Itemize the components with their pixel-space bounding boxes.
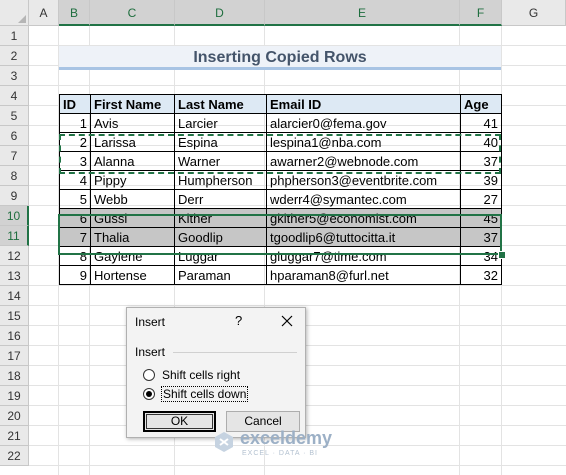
- cell-id[interactable]: 9: [59, 265, 91, 285]
- group-separator: [173, 352, 297, 353]
- cell-last-name[interactable]: Derr: [174, 189, 267, 209]
- row-header-19[interactable]: 19: [0, 386, 29, 406]
- close-icon[interactable]: [277, 311, 297, 331]
- data-table: ID First Name Last Name Email ID Age 1 Av…: [59, 94, 502, 285]
- cell-id[interactable]: 5: [59, 189, 91, 209]
- row-header-18[interactable]: 18: [0, 366, 29, 386]
- cell-age[interactable]: 27: [460, 189, 502, 209]
- watermark-name: exceldemy: [240, 428, 333, 448]
- dialog-title: Insert: [135, 315, 166, 329]
- row-header-4[interactable]: 4: [0, 86, 29, 106]
- row-header-16[interactable]: 16: [0, 326, 29, 346]
- cell-age[interactable]: 41: [460, 113, 502, 133]
- gridline-row: [29, 85, 566, 86]
- cell-first-name[interactable]: Hortense: [90, 265, 175, 285]
- label-shift-down[interactable]: Shift cells down: [161, 386, 249, 402]
- column-header-g[interactable]: G: [502, 0, 566, 26]
- row-header-14[interactable]: 14: [0, 286, 29, 306]
- fill-handle[interactable]: [498, 251, 506, 259]
- row-header-21[interactable]: 21: [0, 426, 29, 446]
- column-header-c[interactable]: C: [90, 0, 175, 26]
- row-header-22[interactable]: 22: [0, 446, 29, 466]
- cell-age[interactable]: 32: [460, 265, 502, 285]
- watermark-tagline: EXCEL · DATA · BI: [242, 450, 318, 457]
- column-header-e[interactable]: E: [265, 0, 460, 26]
- column-header-b[interactable]: B: [59, 0, 90, 26]
- row-header-5[interactable]: 5: [0, 106, 29, 126]
- cell-email[interactable]: alarcier0@fema.gov: [266, 113, 461, 133]
- ok-button[interactable]: OK: [143, 411, 216, 432]
- header-email[interactable]: Email ID: [266, 94, 461, 114]
- brand-logo-icon: [215, 432, 233, 452]
- radio-shift-right[interactable]: [143, 369, 155, 381]
- watermark: exceldemy EXCEL · DATA · BI: [212, 428, 372, 468]
- row-header-17[interactable]: 17: [0, 346, 29, 366]
- row-header-1[interactable]: 1: [0, 26, 29, 46]
- copy-marquee: [59, 134, 501, 174]
- cell-last-name[interactable]: Paraman: [174, 265, 267, 285]
- column-header-f[interactable]: F: [460, 0, 502, 26]
- sheet-title[interactable]: Inserting Copied Rows: [59, 46, 501, 70]
- cell-last-name[interactable]: Larcier: [174, 113, 267, 133]
- header-age[interactable]: Age: [460, 94, 502, 114]
- column-header-a[interactable]: A: [29, 0, 59, 26]
- selection-range: [58, 214, 502, 255]
- row-header-11[interactable]: 11: [0, 226, 29, 246]
- radio-shift-down[interactable]: [143, 388, 155, 400]
- gridline-row: [29, 285, 566, 286]
- row-header-6[interactable]: 6: [0, 126, 29, 146]
- insert-dialog: Insert ? Insert Shift cells right Shift …: [126, 307, 306, 438]
- row-header-12[interactable]: 12: [0, 246, 29, 266]
- table-row: 5 Webb Derr wderr4@symantec.com 27: [59, 189, 502, 209]
- label-shift-right[interactable]: Shift cells right: [162, 368, 240, 382]
- header-first-name[interactable]: First Name: [90, 94, 175, 114]
- select-all-corner[interactable]: [0, 0, 29, 26]
- header-id[interactable]: ID: [59, 94, 91, 114]
- cell-email[interactable]: wderr4@symantec.com: [266, 189, 461, 209]
- row-header-10[interactable]: 10: [0, 206, 29, 226]
- row-header-2[interactable]: 2: [0, 46, 29, 66]
- row-header-15[interactable]: 15: [0, 306, 29, 326]
- column-header-d[interactable]: D: [175, 0, 265, 26]
- row-header-8[interactable]: 8: [0, 166, 29, 186]
- row-header-9[interactable]: 9: [0, 186, 29, 206]
- row-header-20[interactable]: 20: [0, 406, 29, 426]
- table-row: 9 Hortense Paraman hparaman8@furl.net 32: [59, 265, 502, 285]
- cell-first-name[interactable]: Avis: [90, 113, 175, 133]
- header-last-name[interactable]: Last Name: [174, 94, 267, 114]
- table-row: 1 Avis Larcier alarcier0@fema.gov 41: [59, 113, 502, 133]
- cell-first-name[interactable]: Webb: [90, 189, 175, 209]
- gridline-row: [29, 305, 566, 306]
- dialog-group-label: Insert: [135, 345, 166, 359]
- row-header-3[interactable]: 3: [0, 66, 29, 86]
- cell-email[interactable]: hparaman8@furl.net: [266, 265, 461, 285]
- help-button[interactable]: ?: [235, 313, 242, 328]
- table-header-row: ID First Name Last Name Email ID Age: [59, 94, 502, 114]
- cell-id[interactable]: 1: [59, 113, 91, 133]
- row-header-13[interactable]: 13: [0, 266, 29, 286]
- row-header-7[interactable]: 7: [0, 146, 29, 166]
